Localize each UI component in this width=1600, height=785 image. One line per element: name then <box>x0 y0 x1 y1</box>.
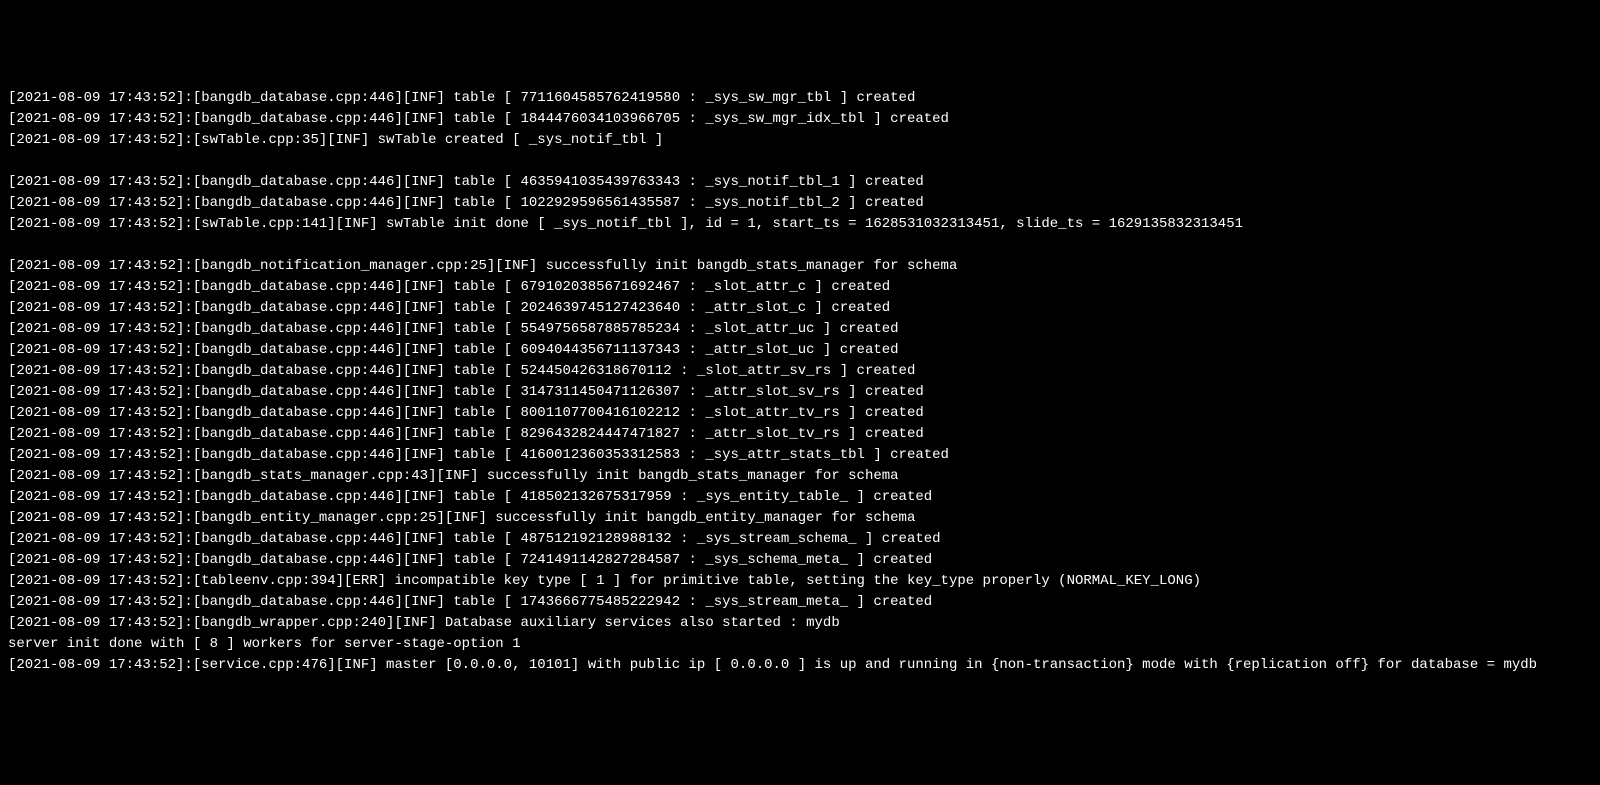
log-line: [2021-08-09 17:43:52]:[bangdb_database.c… <box>8 424 1592 445</box>
log-line: [2021-08-09 17:43:52]:[bangdb_database.c… <box>8 298 1592 319</box>
log-line: [2021-08-09 17:43:52]:[swTable.cpp:35][I… <box>8 130 1592 151</box>
log-line <box>8 151 1592 172</box>
log-line: [2021-08-09 17:43:52]:[bangdb_notificati… <box>8 256 1592 277</box>
log-line: [2021-08-09 17:43:52]:[bangdb_database.c… <box>8 445 1592 466</box>
log-line: [2021-08-09 17:43:52]:[bangdb_database.c… <box>8 88 1592 109</box>
log-line: [2021-08-09 17:43:52]:[bangdb_database.c… <box>8 109 1592 130</box>
log-line: [2021-08-09 17:43:52]:[bangdb_database.c… <box>8 592 1592 613</box>
log-line: [2021-08-09 17:43:52]:[bangdb_database.c… <box>8 319 1592 340</box>
log-line: [2021-08-09 17:43:52]:[bangdb_database.c… <box>8 172 1592 193</box>
log-line: [2021-08-09 17:43:52]:[bangdb_stats_mana… <box>8 466 1592 487</box>
log-line: [2021-08-09 17:43:52]:[bangdb_database.c… <box>8 193 1592 214</box>
terminal-log-output: [2021-08-09 17:43:52]:[bangdb_database.c… <box>8 88 1592 676</box>
log-line: [2021-08-09 17:43:52]:[bangdb_wrapper.cp… <box>8 613 1592 634</box>
log-line: [2021-08-09 17:43:52]:[swTable.cpp:141][… <box>8 214 1592 235</box>
log-line: [2021-08-09 17:43:52]:[bangdb_database.c… <box>8 487 1592 508</box>
log-line: [2021-08-09 17:43:52]:[service.cpp:476][… <box>8 655 1592 676</box>
log-line: [2021-08-09 17:43:52]:[tableenv.cpp:394]… <box>8 571 1592 592</box>
log-line: [2021-08-09 17:43:52]:[bangdb_database.c… <box>8 340 1592 361</box>
log-line: [2021-08-09 17:43:52]:[bangdb_database.c… <box>8 361 1592 382</box>
log-line <box>8 235 1592 256</box>
log-line: [2021-08-09 17:43:52]:[bangdb_database.c… <box>8 529 1592 550</box>
log-line: [2021-08-09 17:43:52]:[bangdb_database.c… <box>8 403 1592 424</box>
log-line: [2021-08-09 17:43:52]:[bangdb_database.c… <box>8 550 1592 571</box>
log-line: [2021-08-09 17:43:52]:[bangdb_entity_man… <box>8 508 1592 529</box>
log-line: [2021-08-09 17:43:52]:[bangdb_database.c… <box>8 382 1592 403</box>
log-line: server init done with [ 8 ] workers for … <box>8 634 1592 655</box>
log-line: [2021-08-09 17:43:52]:[bangdb_database.c… <box>8 277 1592 298</box>
